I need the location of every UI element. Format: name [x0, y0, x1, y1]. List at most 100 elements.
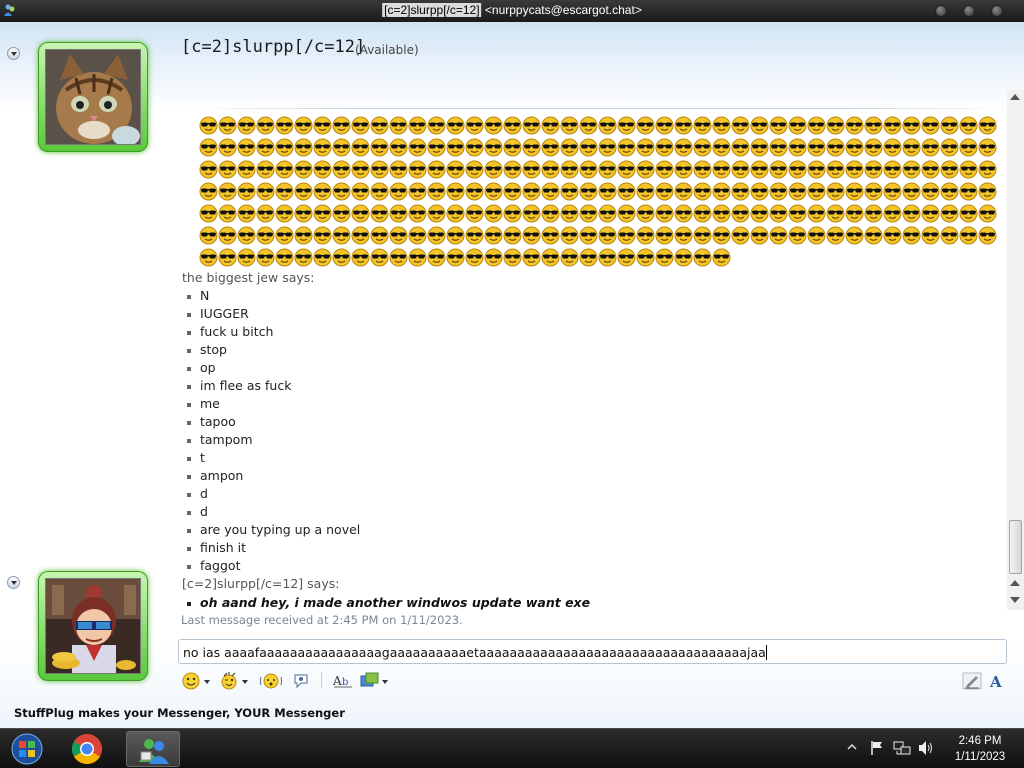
tray-expand-icon[interactable] [847, 741, 857, 755]
sunglasses-emoticon-icon [503, 182, 522, 201]
background-icon[interactable] [360, 672, 380, 690]
sunglasses-emoticon-icon [845, 160, 864, 179]
sunglasses-emoticon-icon [446, 226, 465, 245]
message-line: faggot [186, 557, 360, 575]
scroll-down-arrow-icon[interactable] [1010, 597, 1020, 603]
sunglasses-emoticon-icon [674, 138, 693, 157]
sunglasses-emoticon-icon [522, 182, 541, 201]
window-title: [c=2]slurpp[/c=12] <nurppycats@escargot.… [382, 3, 642, 18]
sunglasses-emoticon-icon [655, 204, 674, 223]
sunglasses-emoticon-icon [579, 204, 598, 223]
sunglasses-emoticon-icon [579, 138, 598, 157]
wink-dropdown-icon[interactable] [242, 680, 248, 684]
chrome-icon [71, 734, 103, 765]
sunglasses-emoticon-icon [560, 138, 579, 157]
sunglasses-emoticon-icon [769, 182, 788, 201]
sunglasses-emoticon-icon [294, 248, 313, 267]
contact-name[interactable]: [c=2]slurpp[/c=12] [181, 37, 365, 57]
taskbar-start-button[interactable] [2, 731, 52, 767]
sunglasses-emoticon-icon [427, 204, 446, 223]
collapse-contact-picture-button[interactable] [7, 47, 20, 60]
sunglasses-emoticon-icon [883, 138, 902, 157]
sunglasses-emoticon-icon [389, 138, 408, 157]
sunglasses-emoticon-icon [978, 160, 997, 179]
sunglasses-emoticon-icon [541, 226, 560, 245]
sunglasses-emoticon-icon [218, 160, 237, 179]
sunglasses-emoticon-icon [731, 204, 750, 223]
sunglasses-emoticon-icon [978, 226, 997, 245]
sunglasses-emoticon-icon [218, 182, 237, 201]
text-caret [765, 645, 767, 660]
sunglasses-emoticon-icon [541, 116, 560, 135]
sunglasses-emoticon-icon [636, 182, 655, 201]
message-line: ampon [186, 467, 360, 485]
sunglasses-emoticon-icon [237, 182, 256, 201]
message-line: stop [186, 341, 360, 359]
sunglasses-emoticon-icon [199, 138, 218, 157]
sunglasses-emoticon-icon [940, 226, 959, 245]
contact-avatar-frame[interactable] [38, 42, 148, 152]
taskbar-messenger-button[interactable] [126, 731, 180, 767]
sunglasses-emoticon-icon [351, 204, 370, 223]
sunglasses-emoticon-icon [370, 116, 389, 135]
sunglasses-emoticon-icon [522, 138, 541, 157]
sunglasses-emoticon-icon [484, 204, 503, 223]
sunglasses-emoticon-icon [636, 204, 655, 223]
sunglasses-emoticon-icon [712, 226, 731, 245]
message-input[interactable]: no ias aaaafaaaaaaaaaaaaaaaagaaaaaaaaaae… [178, 639, 1007, 664]
sunglasses-emoticon-icon [978, 182, 997, 201]
nudge-icon[interactable] [260, 672, 282, 690]
sunglasses-emoticon-icon [313, 226, 332, 245]
sunglasses-emoticon-icon [788, 182, 807, 201]
title-bar: [c=2]slurpp[/c=12] <nurppycats@escargot.… [0, 0, 1024, 22]
maximize-button[interactable] [963, 5, 975, 17]
volume-icon[interactable] [917, 740, 935, 759]
background-dropdown-icon[interactable] [382, 680, 388, 684]
minimize-button[interactable] [935, 5, 947, 17]
sunglasses-emoticon-icon [940, 160, 959, 179]
sunglasses-emoticon-icon [370, 138, 389, 157]
emoticon-icon[interactable] [182, 672, 200, 690]
sunglasses-emoticon-icon [579, 182, 598, 201]
emoticon-dropdown-icon[interactable] [204, 680, 210, 684]
sunglasses-emoticon-icon [940, 182, 959, 201]
close-button[interactable] [991, 5, 1003, 17]
voice-clip-icon[interactable] [292, 672, 312, 690]
sunglasses-emoticon-icon [332, 182, 351, 201]
messenger-app-icon[interactable] [3, 3, 17, 17]
wink-icon[interactable] [220, 672, 238, 690]
message-line: tampom [186, 431, 360, 449]
message-line: tapoo [186, 413, 360, 431]
sunglasses-emoticon-icon [807, 204, 826, 223]
font-color-icon[interactable]: A [988, 672, 1006, 690]
sunglasses-emoticon-icon [522, 160, 541, 179]
sunglasses-emoticon-icon [826, 226, 845, 245]
message-input-text[interactable]: no ias aaaafaaaaaaaaaaaaaaaagaaaaaaaaaae… [183, 645, 766, 660]
sunglasses-emoticon-icon [826, 160, 845, 179]
taskbar-clock[interactable]: 2:46 PM 1/11/2023 [940, 733, 1020, 765]
message-line: are you typing up a novel [186, 521, 360, 539]
network-icon[interactable] [893, 740, 911, 759]
sunglasses-emoticon-icon [465, 138, 484, 157]
sunglasses-emoticon-icon [598, 138, 617, 157]
handwriting-icon[interactable] [962, 672, 982, 690]
sunglasses-emoticon-icon [503, 226, 522, 245]
my-avatar-frame[interactable] [38, 571, 148, 681]
font-ab-icon[interactable]: Ab [332, 672, 354, 690]
scrollbar-thumb[interactable] [1009, 520, 1022, 574]
scroll-up-arrow-icon[interactable] [1010, 580, 1020, 586]
sunglasses-emoticon-icon [731, 182, 750, 201]
sunglasses-emoticon-icon [769, 138, 788, 157]
sunglasses-emoticon-icon [427, 116, 446, 135]
scroll-up-arrow-icon[interactable] [1010, 94, 1020, 100]
sunglasses-emoticon-icon [427, 248, 446, 267]
sunglasses-emoticon-icon [693, 182, 712, 201]
sunglasses-emoticon-icon [256, 182, 275, 201]
taskbar-chrome-button[interactable] [62, 731, 112, 767]
sunglasses-emoticon-icon [237, 160, 256, 179]
sunglasses-emoticon-icon [750, 138, 769, 157]
sunglasses-emoticon-icon [845, 138, 864, 157]
sunglasses-emoticon-icon [541, 138, 560, 157]
collapse-my-picture-button[interactable] [7, 576, 20, 589]
action-center-flag-icon[interactable] [869, 740, 885, 759]
